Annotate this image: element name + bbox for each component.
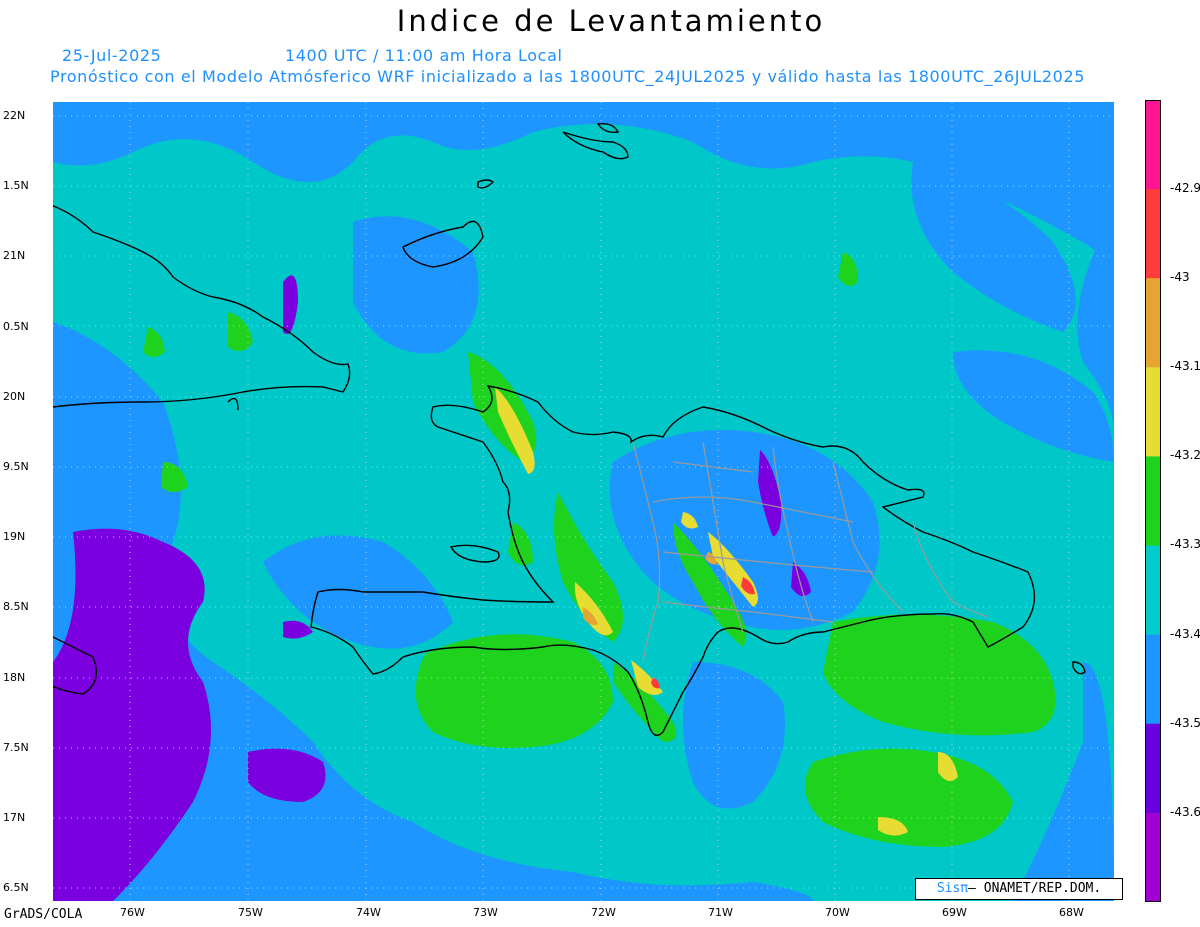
colorbar-segment — [1145, 545, 1161, 636]
colorbar-segment — [1145, 456, 1161, 547]
lon-label: 72W — [591, 906, 616, 919]
lat-label: 21N — [3, 249, 26, 262]
attribution-box: Sisπ– ONAMET/REP.DOM. — [915, 878, 1123, 900]
colorbar-segment — [1145, 812, 1161, 902]
lat-label: 1.5N — [3, 179, 29, 192]
lifted-index-field — [53, 102, 1114, 901]
colorbar-segment — [1145, 278, 1161, 368]
colorbar-label: -43.2 — [1170, 448, 1200, 462]
colorbar-segment — [1145, 634, 1161, 725]
colorbar-label: -43.5 — [1170, 716, 1200, 730]
date-label: 25-Jul-2025 — [62, 46, 162, 65]
lat-label: 19N — [3, 530, 26, 543]
map-area[interactable] — [53, 102, 1114, 901]
lon-label: 76W — [120, 906, 145, 919]
lon-label: 71W — [708, 906, 733, 919]
colorbar-segments — [1145, 100, 1161, 902]
lon-label: 70W — [825, 906, 850, 919]
lon-label: 73W — [473, 906, 498, 919]
lat-label: 0.5N — [3, 320, 29, 333]
sispi-logo-text: Sisπ — [936, 881, 969, 896]
lon-label: 74W — [356, 906, 381, 919]
colorbar-label: -43.6 — [1170, 805, 1200, 819]
lat-label: 17N — [3, 811, 26, 824]
colorbar-label: -43 — [1170, 270, 1190, 284]
attribution-text: ONAMET/REP.DOM. — [975, 881, 1102, 896]
colorbar-label: -43.4 — [1170, 627, 1200, 641]
colorbar — [1145, 100, 1161, 902]
lat-label: 18N — [3, 671, 26, 684]
lon-label: 75W — [238, 906, 263, 919]
lat-label: 20N — [3, 390, 26, 403]
colorbar-label: -43.3 — [1170, 537, 1200, 551]
colorbar-segment — [1145, 367, 1161, 457]
grads-credit: GrADS/COLA — [4, 907, 83, 922]
lat-label: 6.5N — [3, 881, 29, 894]
map-title: Indice de Levantamiento — [396, 4, 826, 38]
colorbar-segment — [1145, 189, 1161, 279]
lon-label: 68W — [1059, 906, 1084, 919]
lat-label: 8.5N — [3, 600, 29, 613]
forecast-label: Pronóstico con el Modelo Atmósferico WRF… — [50, 67, 1086, 86]
time-label: 1400 UTC / 11:00 am Hora Local — [285, 46, 563, 65]
lat-label: 22N — [3, 109, 26, 122]
lon-label: 69W — [942, 906, 967, 919]
lat-label: 9.5N — [3, 460, 29, 473]
lat-label: 7.5N — [3, 741, 29, 754]
colorbar-segment — [1145, 723, 1161, 814]
colorbar-label: -42.9 — [1170, 181, 1200, 195]
colorbar-label: -43.1 — [1170, 359, 1200, 373]
attribution-dash: – — [968, 881, 976, 896]
colorbar-segment — [1145, 100, 1161, 190]
